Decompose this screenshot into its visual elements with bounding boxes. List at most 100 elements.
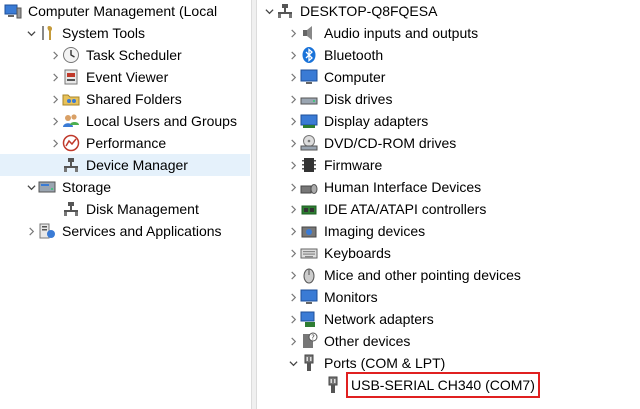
chevron-right-icon[interactable]	[286, 264, 300, 286]
clock-icon	[62, 46, 80, 64]
device-category-12[interactable]: Monitors	[258, 286, 640, 308]
chevron-right-icon[interactable]	[286, 132, 300, 154]
chevron-down-icon[interactable]	[24, 22, 38, 44]
device-category-14[interactable]: ? Other devices	[258, 330, 640, 352]
device-category-label: Human Interface Devices	[324, 179, 482, 195]
monitor-icon	[300, 288, 318, 306]
keyboard-icon	[300, 244, 318, 262]
device-category-label: Display adapters	[324, 113, 429, 129]
network-adapter-icon	[300, 310, 318, 328]
device-category-1[interactable]: Bluetooth	[258, 44, 640, 66]
chevron-down-icon[interactable]	[286, 352, 300, 374]
device-category-2[interactable]: Computer	[258, 66, 640, 88]
pane-splitter[interactable]	[251, 0, 257, 409]
port-connector-icon	[300, 354, 318, 372]
tree-label: Services and Applications	[62, 223, 222, 239]
chevron-right-icon[interactable]	[286, 330, 300, 352]
device-category-label: Computer	[324, 69, 386, 85]
tree-item-shared-folders[interactable]: Shared Folders	[0, 88, 250, 110]
tree-item-system-tools[interactable]: System Tools	[0, 22, 250, 44]
chevron-right-icon[interactable]	[286, 220, 300, 242]
ide-controller-icon	[300, 200, 318, 218]
device-category-11[interactable]: Mice and other pointing devices	[258, 264, 640, 286]
device-category-label: Audio inputs and outputs	[324, 25, 479, 41]
shared-folder-icon	[62, 90, 80, 108]
tree-item-event-viewer[interactable]: Event Viewer	[0, 66, 250, 88]
device-category-8[interactable]: IDE ATA/ATAPI controllers	[258, 198, 640, 220]
chevron-down-icon[interactable]	[24, 176, 38, 198]
hid-icon	[300, 178, 318, 196]
tree-label: Storage	[62, 179, 112, 195]
speaker-icon	[300, 24, 318, 42]
chevron-right-icon[interactable]	[286, 286, 300, 308]
tree-item-disk-management[interactable]: Disk Management	[0, 198, 250, 220]
device-category-5[interactable]: DVD/CD-ROM drives	[258, 132, 640, 154]
device-category-label: Other devices	[324, 333, 411, 349]
device-category-15[interactable]: Ports (COM & LPT)	[258, 352, 640, 374]
tree-label: Event Viewer	[86, 69, 169, 85]
device-category-6[interactable]: Firmware	[258, 154, 640, 176]
device-category-7[interactable]: Human Interface Devices	[258, 176, 640, 198]
chevron-right-icon[interactable]	[286, 176, 300, 198]
mouse-icon	[300, 266, 318, 284]
chevron-right-icon[interactable]	[286, 22, 300, 44]
tree-label: Performance	[86, 135, 167, 151]
tree-item-storage[interactable]: Storage	[0, 176, 250, 198]
tree-label: Task Scheduler	[86, 47, 182, 63]
chevron-right-icon[interactable]	[286, 44, 300, 66]
tree-label: System Tools	[62, 25, 145, 41]
event-log-icon	[62, 68, 80, 86]
chevron-right-icon[interactable]	[48, 110, 62, 132]
chevron-right-icon[interactable]	[48, 44, 62, 66]
device-tree-root[interactable]: DESKTOP-Q8FQESA	[258, 0, 640, 22]
storage-icon	[38, 178, 56, 196]
device-category-label: Network adapters	[324, 311, 434, 327]
device-category-4[interactable]: Display adapters	[258, 110, 640, 132]
tree-label: Computer Management (Local	[28, 3, 218, 19]
device-category-label: Keyboards	[324, 245, 391, 261]
device-item-usb-serial[interactable]: USB-SERIAL CH340 (COM7)	[258, 372, 640, 398]
unknown-device-icon: ?	[300, 332, 318, 350]
chevron-right-icon[interactable]	[286, 308, 300, 330]
chevron-right-icon[interactable]	[24, 220, 38, 242]
chevron-right-icon[interactable]	[286, 242, 300, 264]
device-category-label: Ports (COM & LPT)	[324, 355, 446, 371]
disk-drive-icon	[300, 90, 318, 108]
disk-management-icon	[62, 200, 80, 218]
chevron-right-icon[interactable]	[48, 66, 62, 88]
chevron-right-icon[interactable]	[48, 88, 62, 110]
device-category-label: Imaging devices	[324, 223, 426, 239]
device-category-label: Disk drives	[324, 91, 393, 107]
device-category-10[interactable]: Keyboards	[258, 242, 640, 264]
svg-text:?: ?	[311, 334, 315, 342]
tree-item-local-users-groups[interactable]: Local Users and Groups	[0, 110, 250, 132]
firmware-icon	[300, 156, 318, 174]
device-category-3[interactable]: Disk drives	[258, 88, 640, 110]
tree-root-computer-management[interactable]: Computer Management (Local	[0, 0, 250, 22]
device-category-0[interactable]: Audio inputs and outputs	[258, 22, 640, 44]
tree-item-performance[interactable]: Performance	[0, 132, 250, 154]
display-adapter-icon	[300, 112, 318, 130]
tree-item-services-applications[interactable]: Services and Applications	[0, 220, 250, 242]
chevron-right-icon[interactable]	[286, 110, 300, 132]
chevron-right-icon[interactable]	[48, 132, 62, 154]
chevron-right-icon[interactable]	[286, 154, 300, 176]
device-category-label: Bluetooth	[324, 47, 384, 63]
chevron-right-icon[interactable]	[286, 88, 300, 110]
device-category-13[interactable]: Network adapters	[258, 308, 640, 330]
computer-tower-icon	[276, 2, 294, 20]
tree-item-device-manager[interactable]: Device Manager	[0, 154, 250, 176]
monitor-icon	[300, 68, 318, 86]
usb-serial-device-label: USB-SERIAL CH340 (COM7)	[346, 372, 540, 398]
tools-icon	[38, 24, 56, 42]
chevron-right-icon[interactable]	[286, 66, 300, 88]
chevron-right-icon[interactable]	[286, 198, 300, 220]
device-category-9[interactable]: Imaging devices	[258, 220, 640, 242]
chevron-down-icon[interactable]	[262, 0, 276, 22]
tree-label: Shared Folders	[86, 91, 182, 107]
device-manager-icon	[62, 156, 80, 174]
port-connector-icon	[324, 376, 342, 394]
camera-icon	[300, 222, 318, 240]
tree-item-task-scheduler[interactable]: Task Scheduler	[0, 44, 250, 66]
device-category-label: Monitors	[324, 289, 378, 305]
